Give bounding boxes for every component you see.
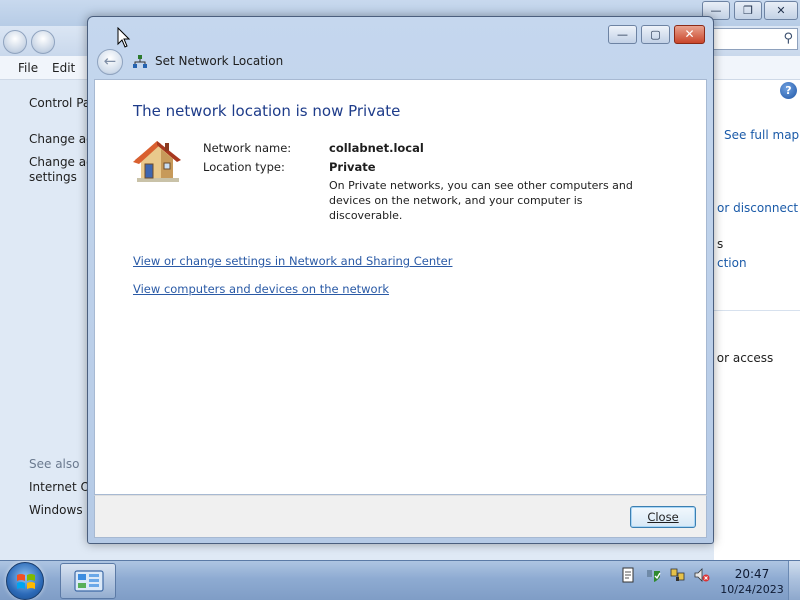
page-title: The network location is now Private (133, 102, 401, 120)
background-restore-button[interactable]: ❐ (734, 1, 762, 20)
clock-time[interactable]: 20:47 (722, 567, 782, 581)
back-arrow-icon: ← (103, 52, 117, 70)
divider (714, 310, 800, 311)
left-task-pane: Control Pa Change ad Change ad settings … (0, 80, 90, 560)
internet-options-link[interactable]: Internet Op (29, 480, 89, 494)
volume-muted-icon[interactable] (694, 567, 710, 583)
right-content-pane: ? See full map or disconnect s ction r o… (708, 80, 800, 560)
right-pane-text-s: s (717, 237, 724, 251)
control-panel-icon (74, 570, 104, 592)
show-desktop-button[interactable] (788, 561, 800, 600)
start-button[interactable] (6, 562, 44, 600)
back-button[interactable] (3, 30, 27, 54)
network-icon (133, 55, 147, 68)
taskbar: 20:47 10/24/2023 (0, 560, 800, 600)
taskbar-control-panel-button[interactable] (60, 563, 116, 599)
menu-edit[interactable]: Edit (52, 61, 75, 75)
connect-disconnect-link[interactable]: or disconnect (717, 201, 798, 215)
restore-icon: ❐ (743, 4, 753, 17)
dialog-minimize-button[interactable]: — (608, 25, 637, 44)
location-description: On Private networks, you can see other c… (329, 179, 633, 222)
clock-date[interactable]: 10/24/2023 (716, 583, 788, 596)
see-full-map-link[interactable]: See full map (724, 128, 799, 142)
view-computers-link[interactable]: View computers and devices on the networ… (133, 282, 389, 296)
windows-firewall-link[interactable]: Windows F (29, 503, 89, 517)
network-sharing-center-link[interactable]: View or change settings in Network and S… (133, 254, 452, 268)
dialog-footer: Close (94, 495, 707, 538)
location-type-label: Location type: (203, 160, 285, 174)
close-icon: ✕ (684, 27, 695, 41)
right-pane-text-access: r or access (708, 351, 774, 365)
set-network-location-dialog: — ▢ ✕ ← Set Network Location The network… (87, 16, 714, 544)
windows-logo-icon (17, 574, 35, 589)
change-adapter-link[interactable]: Change ad (29, 132, 89, 146)
forward-button[interactable] (31, 30, 55, 54)
search-icon: ⚲ (783, 31, 793, 46)
control-panel-home-link[interactable]: Control Pa (29, 96, 89, 110)
maximize-icon: ▢ (650, 28, 661, 41)
action-center-icon[interactable] (620, 567, 636, 583)
network-name-label: Network name: (203, 141, 292, 155)
mouse-cursor-icon (117, 27, 131, 48)
security-shield-icon[interactable] (646, 567, 662, 583)
change-advanced-link-line1[interactable]: Change ad (29, 155, 89, 169)
house-icon (133, 141, 181, 182)
dialog-content: The network location is now Private Netw… (94, 79, 707, 495)
minimize-icon: — (617, 28, 628, 41)
dialog-maximize-button[interactable]: ▢ (641, 25, 670, 44)
network-name-value: collabnet.local (329, 141, 424, 155)
dialog-title: Set Network Location (155, 54, 284, 68)
background-close-button[interactable]: ✕ (764, 1, 798, 20)
location-type-value: Private (329, 160, 376, 174)
right-pane-link-ction[interactable]: ction (717, 256, 747, 270)
dialog-back-button[interactable]: ← (97, 49, 123, 75)
close-icon: ✕ (776, 4, 786, 17)
help-icon[interactable]: ? (780, 82, 797, 99)
menu-file[interactable]: File (18, 61, 38, 75)
close-button[interactable]: Close (630, 506, 696, 528)
search-input[interactable]: ⚲ (712, 28, 798, 50)
change-advanced-link-line2[interactable]: settings (29, 170, 89, 184)
network-tray-icon[interactable] (670, 567, 686, 583)
dialog-close-button[interactable]: ✕ (674, 25, 705, 44)
see-also-heading: See also (29, 457, 80, 471)
